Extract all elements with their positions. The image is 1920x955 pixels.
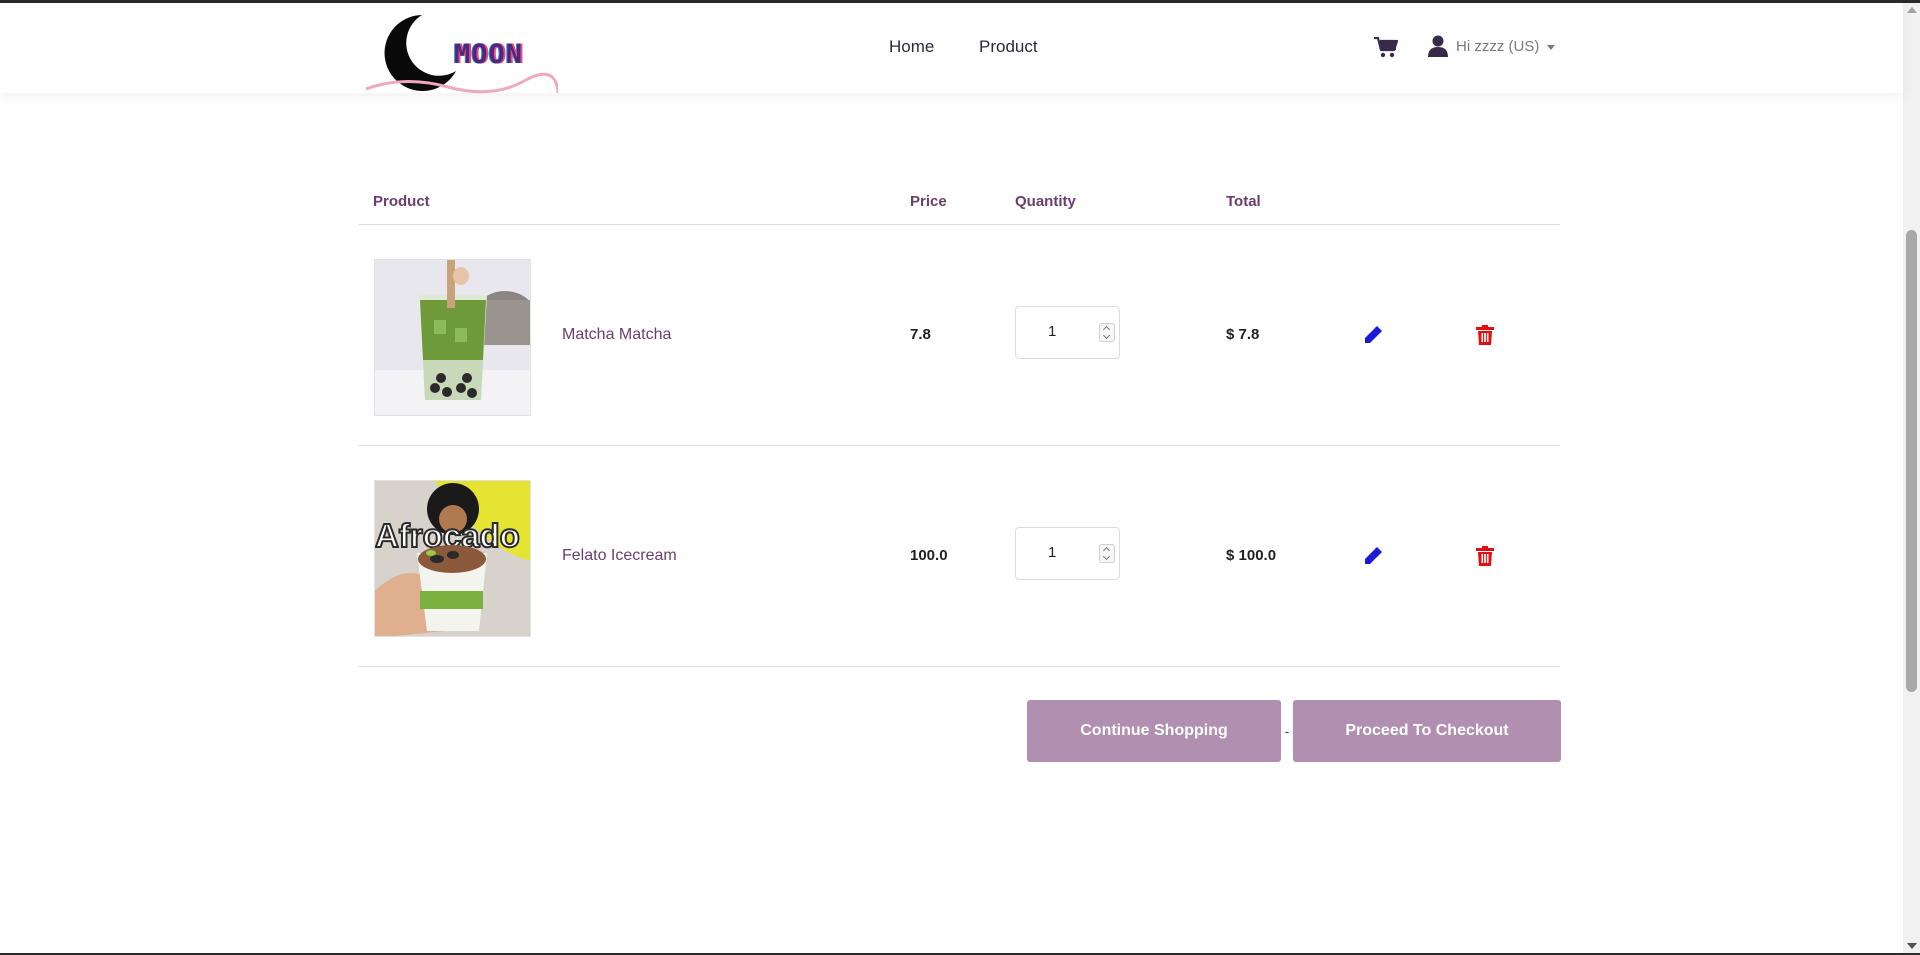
nav-home-wrap: Home [889, 37, 978, 57]
proceed-to-checkout-button[interactable]: Proceed To Checkout [1293, 700, 1561, 762]
pencil-icon [1365, 326, 1382, 343]
scroll-down-arrow-icon[interactable] [1907, 943, 1917, 949]
quantity-stepper[interactable]: 1 [1015, 306, 1120, 359]
quantity-value: 1 [1048, 323, 1057, 340]
product-image-icecream[interactable]: Afrocado [374, 480, 531, 637]
table-row: Afrocado Felato Icecream 100.0 1 $ 100.0 [359, 446, 1560, 667]
action-separator: - [1284, 723, 1290, 739]
nav-product-link[interactable]: Product [979, 37, 1038, 57]
line-total: $ 100.0 [1226, 547, 1277, 564]
nav-product-wrap: Product [979, 37, 1082, 57]
cart-actions: Continue Shopping - Proceed To Checkout [1027, 700, 1561, 762]
quantity-stepper[interactable]: 1 [1015, 527, 1120, 580]
scroll-up-arrow-icon[interactable] [1907, 7, 1917, 13]
brand-logo[interactable]: MOON [364, 9, 560, 97]
afrocado-icecream-image: Afrocado [375, 481, 530, 636]
chevron-down-icon [1547, 44, 1556, 50]
user-greeting: Hi zzzz (US) [1456, 37, 1540, 55]
shopping-cart-icon [1374, 36, 1399, 58]
col-header-price: Price [910, 193, 947, 210]
matcha-drink-image [375, 260, 530, 415]
table-row: Matcha Matcha 7.8 1 $ 7.8 [359, 225, 1560, 446]
edit-item-button[interactable] [1363, 325, 1383, 345]
product-name-link[interactable]: Matcha Matcha [562, 326, 671, 344]
product-price: 7.8 [910, 326, 931, 343]
product-price: 100.0 [910, 547, 948, 564]
edit-item-button[interactable] [1363, 546, 1383, 566]
product-image-matcha[interactable] [374, 259, 531, 416]
col-header-quantity: Quantity [1015, 193, 1076, 210]
col-header-total: Total [1226, 193, 1261, 210]
nav-home-link[interactable]: Home [889, 37, 934, 57]
spinner-arrows-icon[interactable] [1099, 323, 1115, 342]
pencil-icon [1365, 547, 1382, 564]
trash-icon [1476, 325, 1494, 345]
delete-item-button[interactable] [1476, 325, 1494, 345]
user-icon [1428, 35, 1448, 57]
user-account-menu[interactable]: Hi zzzz (US) [1428, 35, 1556, 57]
quantity-value: 1 [1048, 544, 1057, 561]
delete-item-button[interactable] [1476, 546, 1494, 566]
page-scrollbar[interactable] [1903, 3, 1920, 953]
line-total: $ 7.8 [1226, 326, 1260, 343]
product-name-link[interactable]: Felato Icecream [562, 547, 677, 565]
trash-icon [1476, 546, 1494, 566]
scrollbar-thumb[interactable] [1906, 230, 1917, 692]
col-header-product: Product [373, 193, 430, 210]
site-header: MOON Home Product Hi zzzz (US) [0, 3, 1903, 94]
brand-name: MOON [454, 39, 524, 70]
continue-shopping-button[interactable]: Continue Shopping [1027, 700, 1281, 762]
spinner-arrows-icon[interactable] [1099, 544, 1115, 563]
cart-button[interactable] [1374, 36, 1399, 59]
